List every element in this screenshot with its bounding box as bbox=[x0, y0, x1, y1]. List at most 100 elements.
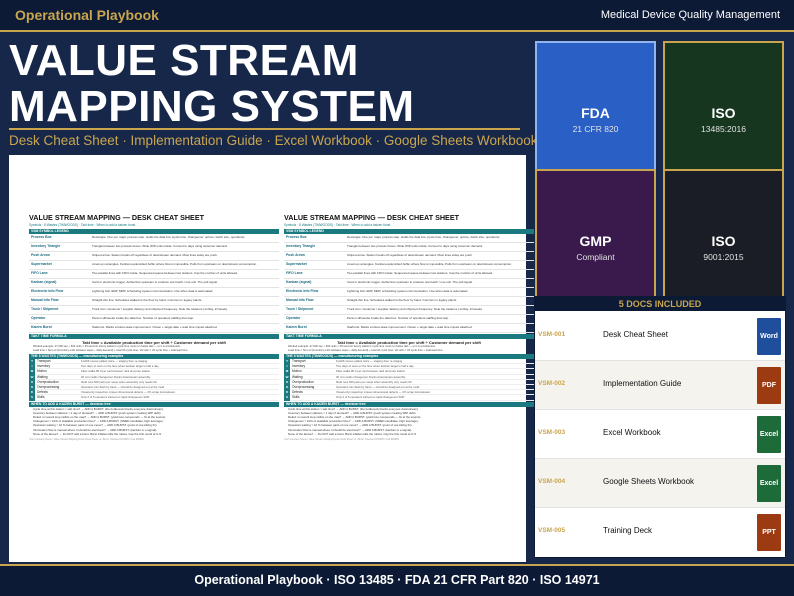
waste-row: Skills Only 2 of 5 operators trained on r… bbox=[290, 395, 534, 401]
symbol-desc: Lined-up rectangles. Kanban-replenished … bbox=[92, 262, 257, 266]
waste-example: Forklift moves pallets twice — staging t… bbox=[81, 359, 148, 363]
pdf-format-badge: PDF bbox=[757, 367, 781, 404]
symbol-name: Manual Info Flow bbox=[31, 298, 59, 302]
formats-subtitle: Desk Cheat Sheet · Implementation Guide … bbox=[9, 133, 538, 148]
tile-subtitle: 21 CFR 820 bbox=[572, 124, 619, 134]
doc-code: VSM-001 bbox=[538, 331, 566, 338]
symbol-name: Truck / Shipment bbox=[286, 307, 314, 311]
waste-table: T I M W O O D S Transport Forklift moves pallets … bbox=[284, 359, 534, 401]
tile-title: ISO bbox=[711, 233, 736, 249]
page-title: VALUE STREAM MAPPING SYSTEM bbox=[9, 38, 415, 130]
waste-example: Only 2 of 5 operators trained on rapid c… bbox=[81, 395, 150, 400]
doc-name: Excel Workbook bbox=[603, 428, 661, 437]
waste-example: Forklift moves pallets twice — staging t… bbox=[336, 359, 403, 363]
symbol-name: FIFO Lane bbox=[286, 271, 303, 275]
doc-name: Implementation Guide bbox=[603, 379, 682, 388]
symbol-row: Kaizen Burst Starburst. Marks a future-st… bbox=[284, 324, 534, 333]
symbol-desc: Person silhouette inside the data box. N… bbox=[347, 316, 450, 320]
doc-item: VSM-005 Training Deck PPT bbox=[535, 508, 785, 557]
waste-example: Kitter walks 80 ft per cart between rack… bbox=[336, 369, 406, 374]
doc-name: Training Deck bbox=[603, 526, 653, 535]
symbol-name: Electronic Info Flow bbox=[31, 289, 64, 293]
lead-time-formula: Lead time = Sum of (inventory units betw… bbox=[33, 349, 189, 352]
doc-name: Google Sheets Workbook bbox=[603, 477, 695, 486]
preview-subtitle: Symbols · 8 Wastes (TIMWOODS) · Takt tim… bbox=[29, 223, 136, 227]
waste-name: Overproduction bbox=[292, 379, 314, 384]
subject-label: Medical Device Quality Management bbox=[600, 9, 780, 21]
symbol-name: Supermarket bbox=[31, 262, 52, 266]
symbol-row: Operator Person silhouette inside the dat… bbox=[284, 315, 534, 324]
doc-item: VSM-002 Implementation Guide PDF bbox=[535, 361, 785, 410]
symbol-desc: Striped arrow. Station hands off regardl… bbox=[347, 253, 473, 257]
symbol-name: Push Arrow bbox=[31, 253, 50, 257]
footer-bar: Operational Playbook · ISO 13485 · FDA 2… bbox=[0, 564, 794, 596]
symbol-name: Push Arrow bbox=[286, 253, 305, 257]
symbol-row: Manual Info Flow Straight thin line. Sche… bbox=[29, 297, 279, 306]
symbol-desc: Rectangle. One per major process step. H… bbox=[347, 235, 501, 239]
tile-subtitle: 9001:2015 bbox=[703, 252, 744, 262]
symbol-row: Manual Info Flow Straight thin line. Sche… bbox=[284, 297, 534, 306]
symbol-row: Kaizen Burst Starburst. Marks a future-st… bbox=[29, 324, 279, 333]
waste-name: Overprocessing bbox=[37, 384, 60, 389]
waste-example: Operators trim flash by hand — should be… bbox=[336, 384, 420, 389]
tile-subtitle: 13485:2016 bbox=[701, 124, 746, 134]
waste-table: T I M W O O D S Transport Forklift moves pallets … bbox=[29, 359, 279, 401]
symbol-row: Truck / Shipment Truck icon. Customer / s… bbox=[29, 306, 279, 315]
symbol-name: Supermarket bbox=[286, 262, 307, 266]
symbol-desc: Rectangle. One per major process step. H… bbox=[92, 235, 246, 239]
symbol-row: FIFO Lane Two parallel lines with FIFO in… bbox=[284, 270, 534, 279]
waste-example: 30 min molds changeover blocks downstrea… bbox=[336, 374, 406, 379]
brand-name: Operational Playbook bbox=[15, 7, 159, 23]
top-bar: Operational Playbook Medical Device Qual… bbox=[0, 0, 794, 32]
symbol-desc: Card or electronic trigger. Authorizes u… bbox=[92, 280, 218, 284]
preview-footer: Your Company Name | Value Stream Mapping… bbox=[29, 437, 144, 441]
symbol-name: Operator bbox=[286, 316, 301, 320]
symbol-row: Operator Person silhouette inside the dat… bbox=[29, 315, 279, 324]
waste-example: Two days of resin on the floor when kanb… bbox=[81, 364, 160, 369]
ppt-format-badge: PPT bbox=[757, 514, 781, 551]
waste-example: Mold runs 500 parts per setup when assem… bbox=[81, 379, 158, 384]
waste-name: Waiting bbox=[37, 374, 48, 379]
symbol-desc: Card or electronic trigger. Authorizes u… bbox=[347, 280, 473, 284]
preview-subtitle: Symbols · 8 Wastes (TIMWOODS) · Takt tim… bbox=[284, 223, 391, 227]
tile-title: ISO bbox=[711, 105, 736, 121]
symbol-desc: Striped arrow. Station hands off regardl… bbox=[92, 253, 218, 257]
symbol-name: Inventory Triangle bbox=[286, 244, 316, 248]
waste-name: Defects bbox=[37, 390, 48, 395]
symbol-desc: Triangle between two process boxes. Writ… bbox=[347, 244, 483, 248]
symbol-row: Electronic Info Flow Lightning bolt. ERP,… bbox=[29, 288, 279, 297]
waste-example: Mold runs 500 parts per setup when assem… bbox=[336, 379, 413, 384]
doc-code: VSM-003 bbox=[538, 429, 566, 436]
symbol-name: Manual Info Flow bbox=[286, 298, 314, 302]
document-preview: VALUE STREAM MAPPING — DESK CHEAT SHEET S… bbox=[9, 155, 534, 562]
waste-name: Inventory bbox=[37, 364, 51, 369]
doc-item: VSM-004 Google Sheets Workbook Excel bbox=[535, 459, 785, 508]
symbol-name: Process Box bbox=[286, 235, 307, 239]
symbol-row: Electronic Info Flow Lightning bolt. ERP,… bbox=[284, 288, 534, 297]
waste-name: Defects bbox=[292, 390, 303, 395]
waste-name: Inventory bbox=[292, 364, 306, 369]
waste-example: Operators trim flash by hand — should be… bbox=[81, 384, 165, 389]
symbol-row: Kanban (signal) Card or electronic trigge… bbox=[29, 279, 279, 288]
symbol-name: Process Box bbox=[31, 235, 52, 239]
waste-name: Overprocessing bbox=[292, 384, 315, 389]
doc-item: VSM-001 Desk Cheat Sheet Word bbox=[535, 312, 785, 361]
symbol-name: FIFO Lane bbox=[31, 271, 48, 275]
waste-example: 30 min molds changeover blocks downstrea… bbox=[81, 374, 151, 379]
waste-name: Motion bbox=[292, 369, 302, 374]
doc-code: VSM-005 bbox=[538, 527, 566, 534]
doc-name: Desk Cheat Sheet bbox=[603, 330, 668, 339]
waste-name: Motion bbox=[37, 369, 47, 374]
excel-format-badge: Excel bbox=[757, 416, 781, 453]
symbol-row: Supermarket Lined-up rectangles. Kanban-r… bbox=[284, 261, 534, 270]
excel-format-badge: Excel bbox=[757, 465, 781, 502]
symbol-name: Truck / Shipment bbox=[31, 307, 59, 311]
tile-subtitle: Compliant bbox=[576, 252, 615, 262]
preview-footer: Your Company Name | Value Stream Mapping… bbox=[284, 437, 399, 441]
waste-example: Kitter walks 80 ft per cart between rack… bbox=[81, 369, 151, 374]
symbol-name: Kaizen Burst bbox=[31, 325, 52, 329]
symbol-desc: Person silhouette inside the data box. N… bbox=[92, 316, 195, 320]
symbol-row: FIFO Lane Two parallel lines with FIFO in… bbox=[29, 270, 279, 279]
symbol-desc: Truck icon. Customer / supplier delivery… bbox=[347, 307, 483, 311]
preview-page-left: VALUE STREAM MAPPING — DESK CHEAT SHEET S… bbox=[29, 213, 279, 441]
